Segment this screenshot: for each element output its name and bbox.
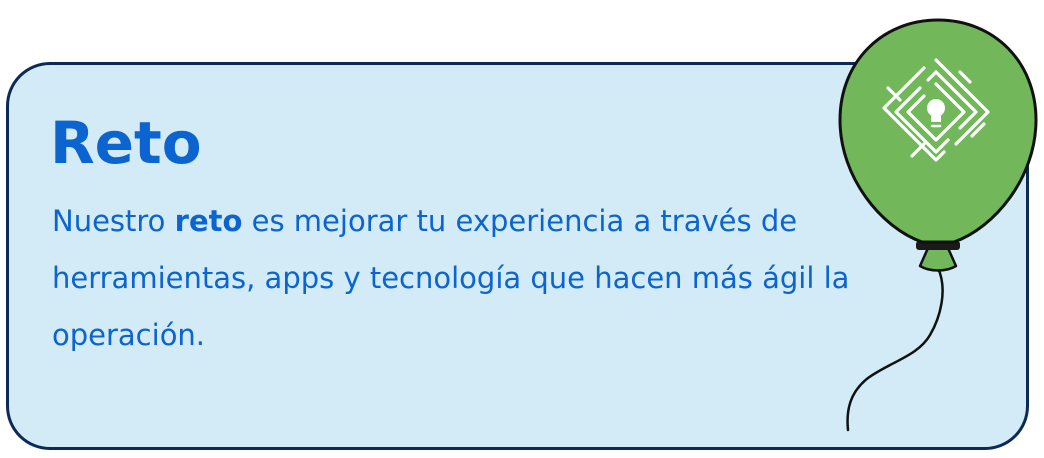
balloon-body [838,18,1038,244]
description-highlight: reto [174,204,243,238]
card-title: Reto [50,109,202,177]
balloon-icon [838,18,1038,432]
balloon-string [846,266,944,432]
description-lead: Nuestro [52,204,175,238]
reto-panel: Reto Nuestro reto es mejorar tu experien… [0,0,1044,458]
balloon-knot [918,246,958,272]
card-description: Nuestro reto es mejorar tu experiencia a… [52,193,852,364]
